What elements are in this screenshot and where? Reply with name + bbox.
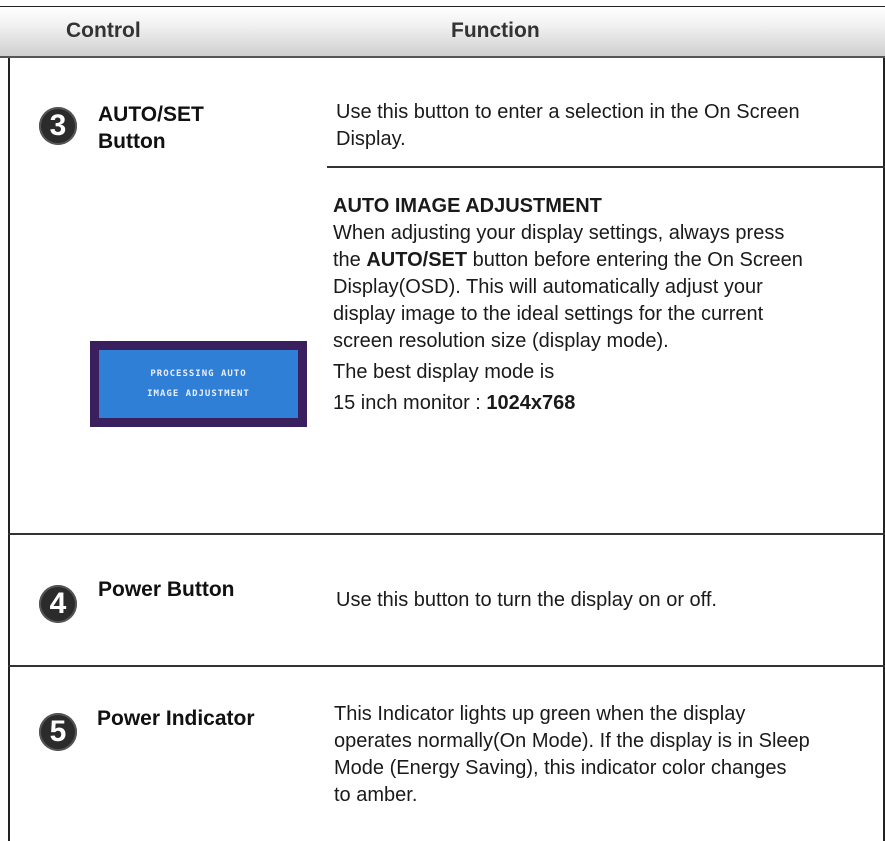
number-5-icon: 5 xyxy=(39,713,77,751)
text-line: This Indicator lights up green when the … xyxy=(334,703,746,725)
text-span: the xyxy=(333,249,367,271)
text-line: Display(OSD). This will automatically ad… xyxy=(333,276,763,298)
control-label-power-indicator: Power Indicator xyxy=(97,707,255,730)
column-header-control: Control xyxy=(66,19,141,42)
text-line: Mode (Energy Saving), this indicator col… xyxy=(334,757,787,779)
text-line: display image to the ideal settings for … xyxy=(333,303,764,325)
text-span: button before entering the On Screen xyxy=(467,249,803,271)
text-line: the AUTO/SET button before entering the … xyxy=(333,247,803,274)
osd-message-panel: PROCESSING AUTO IMAGE ADJUSTMENT xyxy=(99,350,298,418)
text-line: Use this button to enter a selection in … xyxy=(336,101,800,123)
table-left-border xyxy=(8,58,10,841)
control-label-auto-set: AUTO/SET Button xyxy=(98,101,204,155)
label-line: Button xyxy=(98,130,166,153)
section-title: AUTO IMAGE ADJUSTMENT xyxy=(333,195,602,217)
text-line: Display. xyxy=(336,128,406,150)
text-line: The best display mode is xyxy=(333,361,555,383)
text-span: 15 inch monitor : xyxy=(333,392,487,414)
auto-image-adjustment-section: AUTO IMAGE ADJUSTMENT When adjusting you… xyxy=(333,193,803,417)
text-line: operates normally(On Mode). If the displ… xyxy=(334,730,810,752)
osd-text-line: PROCESSING AUTO xyxy=(150,369,247,379)
auto-set-description: Use this button to enter a selection in … xyxy=(336,99,800,153)
row-divider-4-5 xyxy=(8,665,885,667)
osd-text-line: IMAGE ADJUSTMENT xyxy=(147,389,250,399)
table-header: Control Function xyxy=(0,6,885,58)
power-indicator-description: This Indicator lights up green when the … xyxy=(334,701,810,809)
row3-inner-divider xyxy=(327,166,885,168)
text-line: screen resolution size (display mode). xyxy=(333,330,669,352)
control-label-power-button: Power Button xyxy=(98,578,235,601)
column-header-function: Function xyxy=(451,19,540,42)
text-line: to amber. xyxy=(334,784,418,806)
number-4-icon: 4 xyxy=(39,585,77,623)
text-span-bold: AUTO/SET xyxy=(366,249,468,271)
text-line: When adjusting your display settings, al… xyxy=(333,222,785,244)
row-divider-3-4 xyxy=(8,533,885,535)
label-line: AUTO/SET xyxy=(98,103,204,126)
power-button-description: Use this button to turn the display on o… xyxy=(336,589,717,611)
osd-message-image: PROCESSING AUTO IMAGE ADJUSTMENT xyxy=(90,341,307,427)
number-3-icon: 3 xyxy=(39,107,77,145)
resolution-value: 1024x768 xyxy=(486,392,576,414)
text-line: 15 inch monitor : 1024x768 xyxy=(333,390,803,417)
